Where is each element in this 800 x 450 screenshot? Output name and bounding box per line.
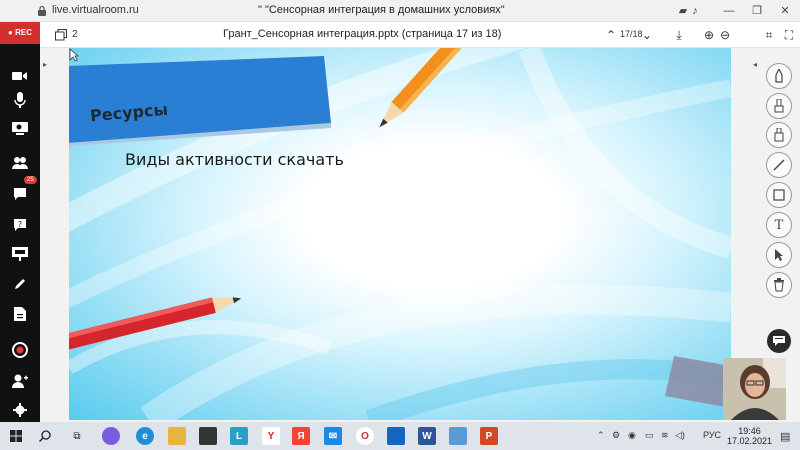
message-icon xyxy=(773,336,785,346)
file-explorer-icon[interactable] xyxy=(168,427,186,445)
window-title: " "Сенсорная интеграция в домашних услов… xyxy=(258,4,505,16)
download-icon[interactable]: ⤓ xyxy=(672,28,686,42)
tray-chevron-up-icon[interactable]: ⌃ xyxy=(597,430,605,441)
zoom-out-icon[interactable]: ⊖ xyxy=(718,28,732,42)
language-indicator[interactable]: РУС xyxy=(703,430,721,440)
video-camera-icon[interactable] xyxy=(10,66,30,86)
mouse-cursor-icon xyxy=(69,48,79,62)
left-toolbar: ● REC 25 ? xyxy=(0,22,40,422)
tray-app-icon[interactable]: ⚙ xyxy=(612,430,620,441)
powerpoint-icon[interactable]: P xyxy=(480,427,498,445)
rec-indicator[interactable]: ● REC xyxy=(0,22,40,44)
highlighter-tool-icon[interactable] xyxy=(766,63,792,89)
slide-background xyxy=(69,48,731,420)
windows-start-icon[interactable] xyxy=(10,430,22,442)
participants-icon[interactable] xyxy=(10,153,30,173)
screen: live.virtualroom.ru " "Сенсорная интегра… xyxy=(0,0,800,450)
pages-icon[interactable] xyxy=(55,29,67,41)
question-icon[interactable]: ? xyxy=(10,215,30,235)
participants-badge: 25 xyxy=(24,176,37,184)
invite-user-icon[interactable] xyxy=(10,371,30,391)
lock-icon xyxy=(38,5,46,16)
network-icon[interactable]: ≋ xyxy=(661,430,669,441)
url-text[interactable]: live.virtualroom.ru xyxy=(52,4,139,16)
restore-icon[interactable]: ❐ xyxy=(750,4,764,18)
close-icon[interactable]: ✕ xyxy=(778,4,792,18)
clock-time: 19:46 xyxy=(738,426,761,436)
system-clock[interactable]: 19:46 17.02.2021 xyxy=(727,426,772,446)
pointer-tool-icon[interactable] xyxy=(766,242,792,268)
marker-tool-icon[interactable] xyxy=(766,122,792,148)
notes-icon[interactable] xyxy=(449,427,467,445)
presentation-icon[interactable] xyxy=(10,244,30,264)
mail-icon[interactable]: ✉ xyxy=(324,427,342,445)
presentation-stage: ▸ ◂ Ресурсы Виды активности скачать xyxy=(40,48,760,422)
share-screen-icon[interactable] xyxy=(10,119,30,139)
chat-toggle-button[interactable] xyxy=(767,329,791,353)
photos-icon[interactable] xyxy=(387,427,405,445)
webcam-person-image xyxy=(723,358,786,420)
task-view-icon[interactable]: ⧉ xyxy=(68,427,86,445)
chat-icon[interactable] xyxy=(10,184,30,204)
volume-icon[interactable]: ◁) xyxy=(675,430,685,441)
rec-label: REC xyxy=(15,28,32,37)
chevron-up-icon[interactable]: ⌃ xyxy=(604,28,618,42)
battery-icon[interactable]: ▭ xyxy=(645,430,654,441)
zoom-in-icon[interactable]: ⊕ xyxy=(702,28,716,42)
minimize-icon[interactable]: — xyxy=(722,4,736,18)
rectangle-tool-icon[interactable] xyxy=(766,182,792,208)
yandex-icon[interactable]: Я xyxy=(292,427,310,445)
microphone-icon[interactable] xyxy=(10,90,30,110)
document-icon[interactable] xyxy=(10,304,30,324)
microphone-icon[interactable]: ♪ xyxy=(688,4,702,18)
store-icon[interactable] xyxy=(199,427,217,445)
document-viewer-bar: 2 Грант_Сенсорная интеграция.pptx (стран… xyxy=(40,22,800,48)
crop-icon[interactable]: ⌗ xyxy=(762,28,776,42)
word-icon[interactable]: W xyxy=(418,427,436,445)
slide: Ресурсы Виды активности скачать xyxy=(69,48,731,420)
webcam-preview[interactable] xyxy=(723,358,786,420)
record-icon[interactable] xyxy=(10,340,30,360)
clock-date: 17.02.2021 xyxy=(727,436,773,446)
tray-green-icon[interactable]: ◉ xyxy=(628,430,636,441)
pages-count: 2 xyxy=(72,29,78,40)
yandex-browser-icon[interactable]: Y xyxy=(262,427,280,445)
l-app-icon[interactable]: L xyxy=(230,427,248,445)
trash-icon[interactable] xyxy=(766,272,792,298)
search-icon[interactable] xyxy=(39,430,51,442)
file-title: Грант_Сенсорная интеграция.pptx (страниц… xyxy=(223,28,502,40)
pen-icon[interactable] xyxy=(10,274,30,294)
fullscreen-icon[interactable]: ⛶ xyxy=(782,28,796,42)
notifications-icon[interactable]: ▤ xyxy=(780,430,790,443)
brush-tool-icon[interactable] xyxy=(766,93,792,119)
line-tool-icon[interactable] xyxy=(766,152,792,178)
svg-text:?: ? xyxy=(18,220,22,229)
settings-icon[interactable] xyxy=(10,400,30,420)
browser-title-bar: live.virtualroom.ru " "Сенсорная интегра… xyxy=(0,0,800,22)
text-tool-icon[interactable]: T xyxy=(766,212,792,238)
chevron-down-icon[interactable]: ⌄ xyxy=(640,28,654,42)
windows-taskbar: ⧉ e L Y Я ✉ O W P ⌃ ⚙ ◉ ▭ ≋ ◁) РУС 19:46… xyxy=(0,422,800,450)
opera-icon[interactable]: O xyxy=(356,427,374,445)
collapse-right-icon[interactable]: ◂ xyxy=(753,60,757,69)
alice-icon[interactable] xyxy=(102,427,120,445)
slide-link-text[interactable]: Виды активности скачать xyxy=(125,150,344,169)
edge-icon[interactable]: e xyxy=(136,427,154,445)
collapse-left-icon[interactable]: ▸ xyxy=(43,60,47,69)
